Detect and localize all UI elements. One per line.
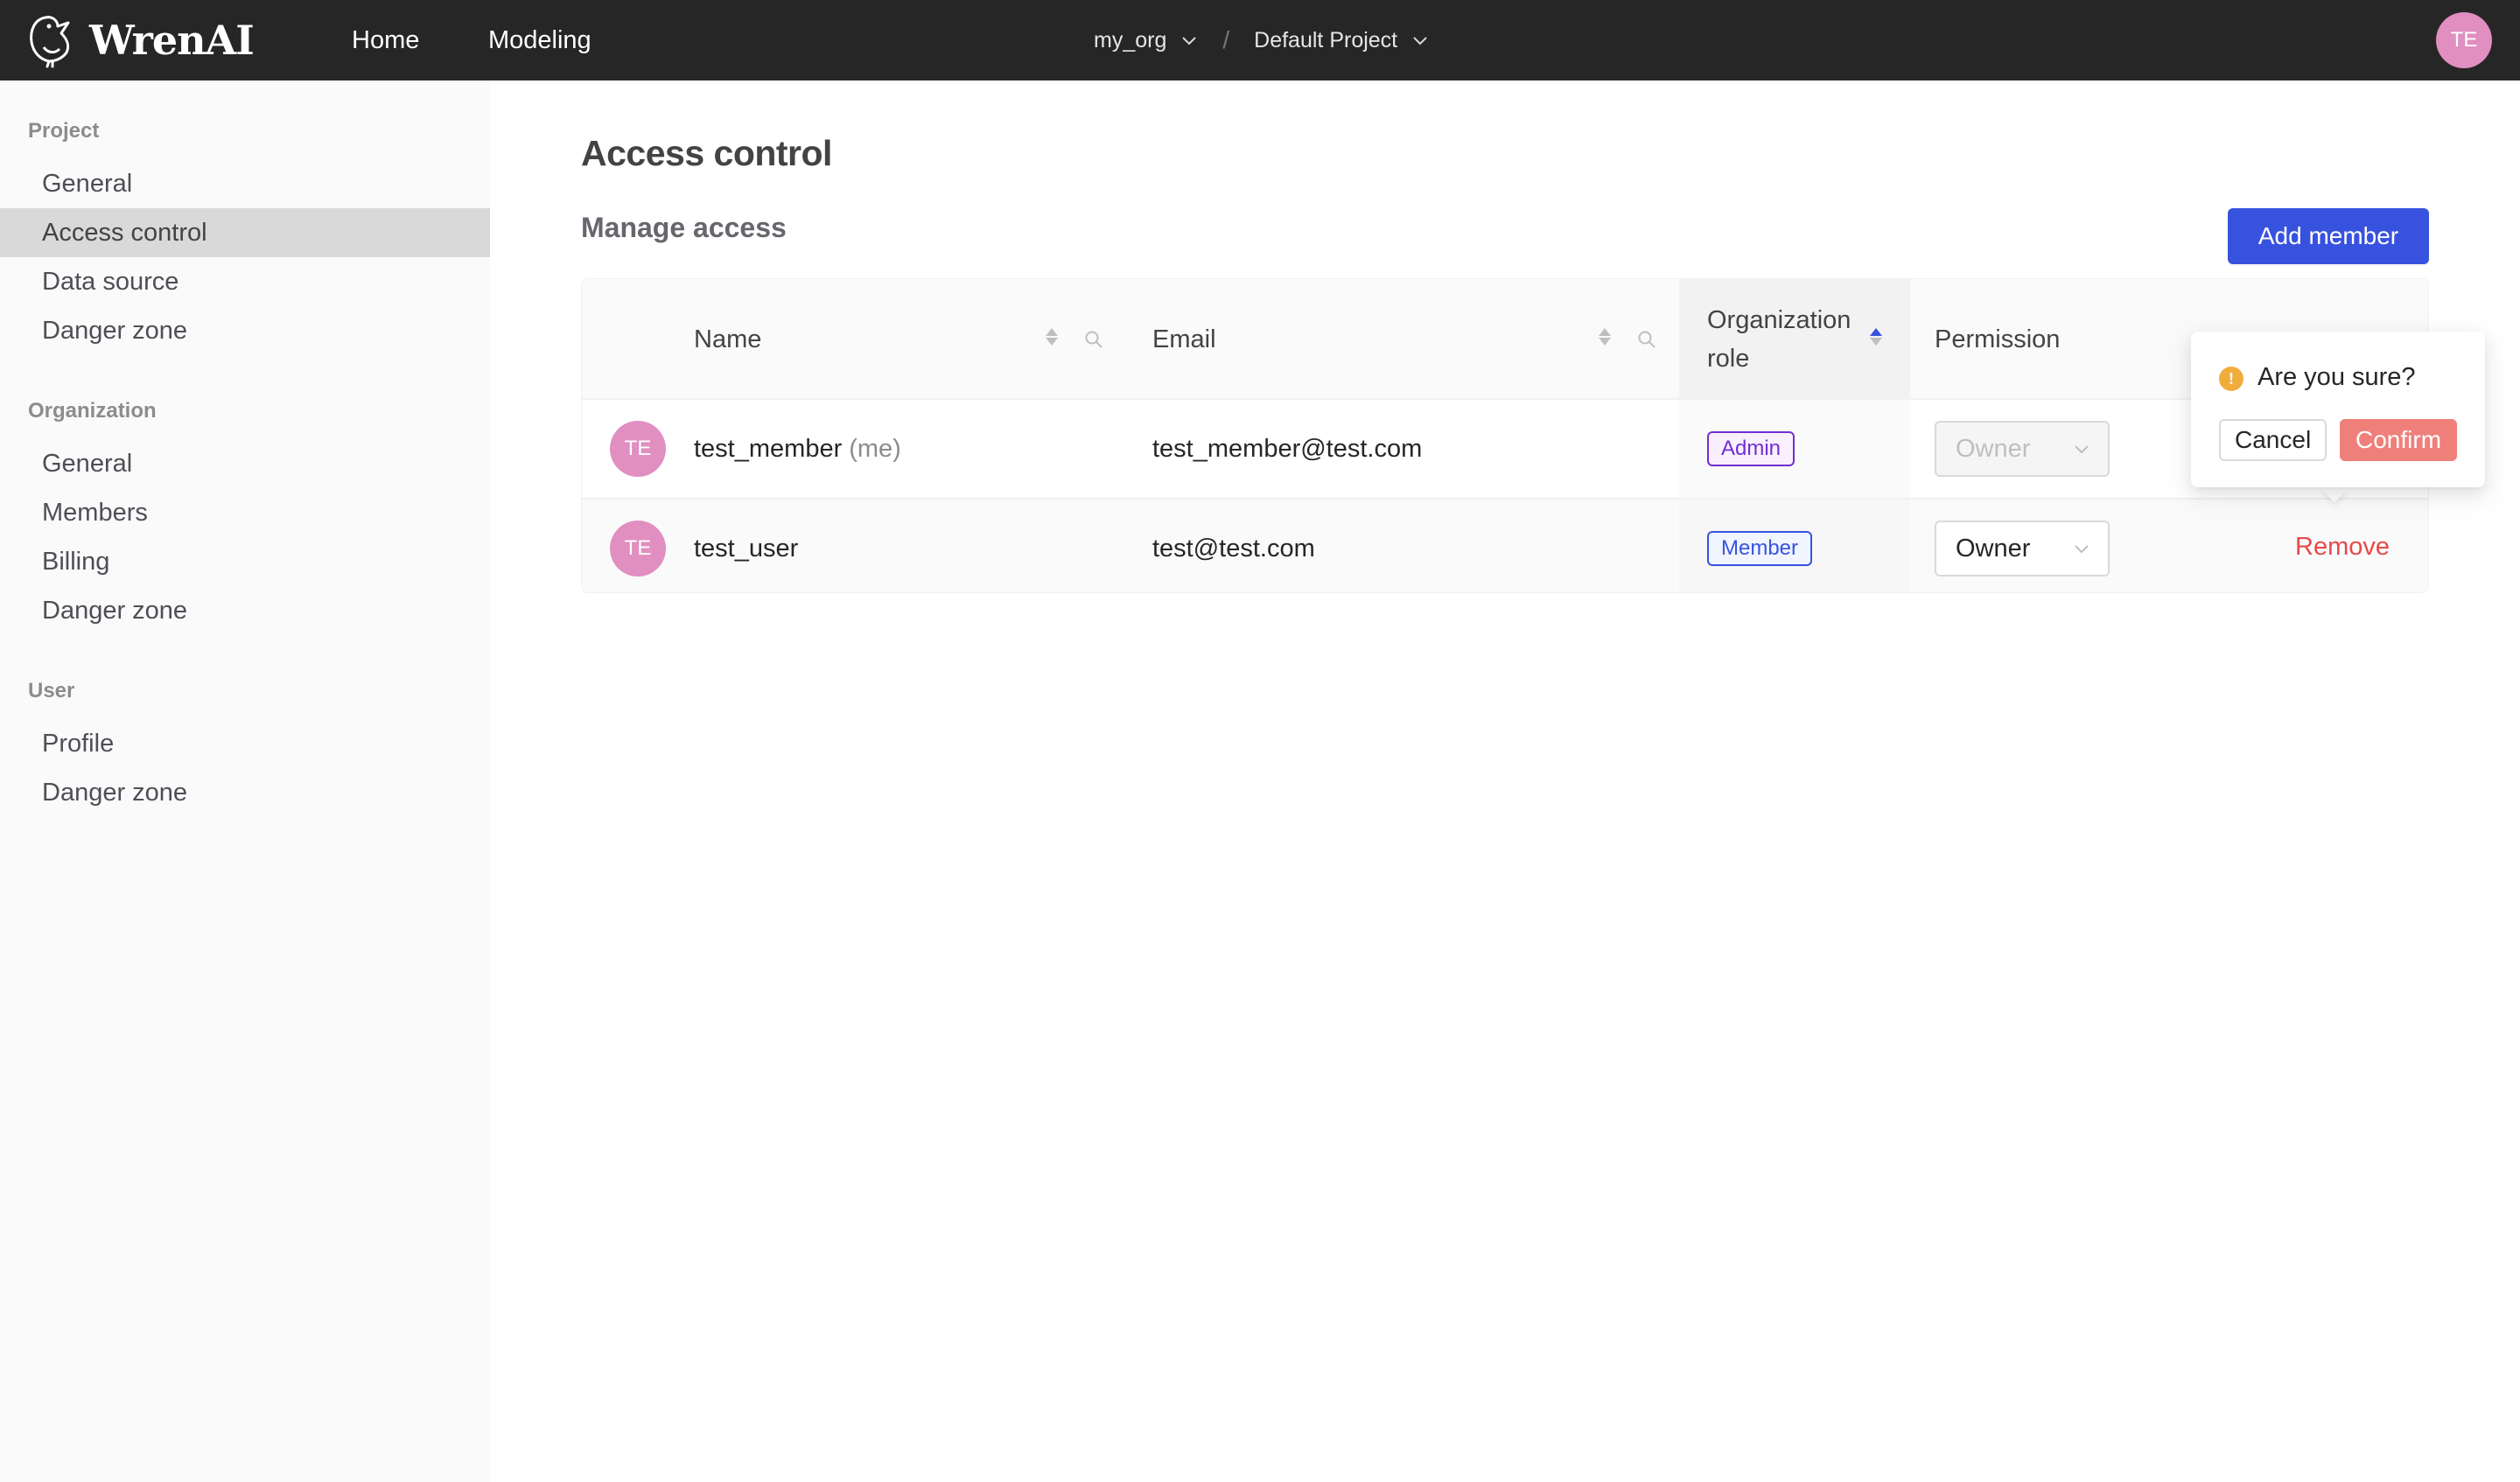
avatar: TE <box>610 421 666 477</box>
sidebar-item-members[interactable]: Members <box>0 488 490 537</box>
sidebar-item-user-danger-zone[interactable]: Danger zone <box>0 768 490 817</box>
members-table: Name Email Organization role Permission … <box>581 278 2429 593</box>
column-label: Organization role <box>1707 306 1852 373</box>
permission-select: Owner <box>1935 421 2110 477</box>
project-selector[interactable]: Default Project <box>1254 28 1429 53</box>
sidebar-item-data-source[interactable]: Data source <box>0 257 490 306</box>
top-navigation-bar: WrenAI Home Modeling my_org / Default Pr… <box>0 0 2520 80</box>
chevron-down-icon <box>2075 445 2089 454</box>
sidebar-item-org-danger-zone[interactable]: Danger zone <box>0 586 490 635</box>
member-name: test_user <box>694 534 799 563</box>
me-indicator: (me) <box>849 434 901 463</box>
avatar: TE <box>610 521 666 577</box>
sort-ascending-icon[interactable] <box>1870 328 1882 346</box>
search-icon[interactable] <box>1084 330 1103 349</box>
sidebar-item-org-general[interactable]: General <box>0 439 490 488</box>
role-cell: Member <box>1679 500 1910 592</box>
nav-home[interactable]: Home <box>352 0 419 80</box>
table-header: Name Email Organization role Permission <box>582 279 2428 400</box>
confirm-message: Are you sure? <box>2258 363 2416 391</box>
page-title: Access control <box>581 133 832 173</box>
brand-logo[interactable]: WrenAI <box>26 12 255 68</box>
settings-sidebar: Project General Access control Data sour… <box>0 80 490 1482</box>
main-content: Access control Manage access Add member … <box>490 80 2520 1482</box>
column-label: Email <box>1152 325 1216 353</box>
table-row: TE test_user test@test.com Member Owner … <box>582 500 2428 592</box>
sidebar-item-profile[interactable]: Profile <box>0 719 490 768</box>
chevron-down-icon <box>1413 37 1427 45</box>
confirm-button[interactable]: Confirm <box>2340 419 2458 461</box>
project-name: Default Project <box>1254 27 1398 52</box>
sort-icon[interactable] <box>1046 328 1058 346</box>
user-avatar[interactable]: TE <box>2436 12 2492 68</box>
column-header-email[interactable]: Email <box>1152 279 1216 400</box>
section-title: Manage access <box>581 212 787 243</box>
member-email: test@test.com <box>1152 534 1315 563</box>
sidebar-section-project: Project <box>28 119 100 143</box>
exclamation-circle-icon: ! <box>2219 367 2244 391</box>
remove-confirm-popover: ! Are you sure? Cancel Confirm <box>2191 332 2485 487</box>
column-header-name[interactable]: Name <box>694 279 761 400</box>
chevron-down-icon <box>1182 37 1197 45</box>
brand-name: WrenAI <box>89 17 255 64</box>
sort-icon[interactable] <box>1599 328 1611 346</box>
add-member-button[interactable]: Add member <box>2228 208 2429 264</box>
wren-bird-icon <box>30 16 70 68</box>
permission-value: Owner <box>1956 434 2031 463</box>
role-badge-admin: Admin <box>1707 431 1796 466</box>
sidebar-item-billing[interactable]: Billing <box>0 537 490 586</box>
sidebar-section-user: User <box>28 679 75 703</box>
column-label: Permission <box>1935 325 2061 353</box>
sidebar-section-organization: Organization <box>28 399 157 423</box>
sidebar-item-project-danger-zone[interactable]: Danger zone <box>0 306 490 355</box>
role-badge-member: Member <box>1707 531 1813 566</box>
permission-value: Owner <box>1956 534 2031 563</box>
sidebar-item-project-general[interactable]: General <box>0 159 490 208</box>
breadcrumb: my_org / Default Project <box>1094 0 1429 80</box>
org-selector[interactable]: my_org <box>1094 28 1198 53</box>
nav-modeling[interactable]: Modeling <box>488 0 592 80</box>
sidebar-item-access-control[interactable]: Access control <box>0 208 490 257</box>
remove-member-link[interactable]: Remove <box>2295 533 2390 562</box>
breadcrumb-separator: / <box>1222 26 1230 53</box>
table-row: TE test_member (me) test_member@test.com … <box>582 400 2428 500</box>
role-cell: Admin <box>1679 400 1910 498</box>
org-name: my_org <box>1094 27 1167 52</box>
member-name: test_member (me) <box>694 434 901 463</box>
cancel-button[interactable]: Cancel <box>2219 419 2328 461</box>
chevron-down-icon <box>2075 545 2089 554</box>
search-icon[interactable] <box>1637 330 1656 349</box>
column-label: Name <box>694 325 762 353</box>
permission-select[interactable]: Owner <box>1935 521 2110 577</box>
column-header-permission: Permission <box>1935 279 2060 400</box>
member-email: test_member@test.com <box>1152 434 1423 463</box>
